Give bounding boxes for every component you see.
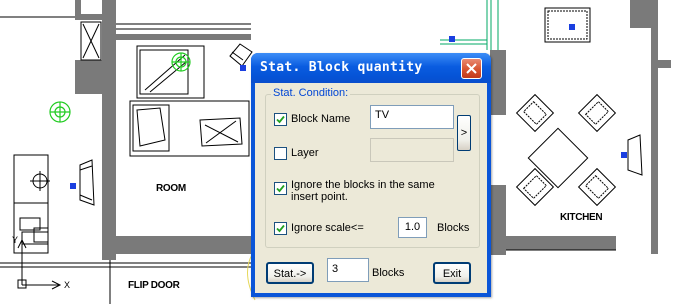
dialog-body: Stat. Condition: Block Name TV > Layer I… xyxy=(255,83,487,293)
result-count-field: 3 xyxy=(327,258,369,282)
block-name-input[interactable]: TV xyxy=(370,105,454,129)
exit-button[interactable]: Exit xyxy=(433,262,471,284)
ignore-scale-label: Ignore scale<= xyxy=(291,222,364,234)
ignore-same-point-label-line2: insert point. xyxy=(291,191,348,203)
result-unit-label: Blocks xyxy=(372,267,405,279)
stat-condition-label: Stat. Condition: xyxy=(271,87,351,99)
checkmark-icon xyxy=(276,224,285,233)
checkmark-icon xyxy=(276,115,285,124)
flip-door-label: FLIP DOOR xyxy=(128,280,180,291)
close-button[interactable] xyxy=(461,58,482,79)
ignore-scale-input[interactable]: 1.0 xyxy=(398,217,427,238)
room-label: ROOM xyxy=(156,183,186,194)
axis-x-label: X xyxy=(64,280,70,290)
ignore-scale-unit: Blocks xyxy=(437,222,470,234)
ignore-scale-checkbox[interactable] xyxy=(274,222,287,235)
dialog-titlebar[interactable]: Stat. Block quantity xyxy=(251,53,491,83)
block-name-checkbox[interactable] xyxy=(274,113,287,126)
checkmark-icon xyxy=(276,184,285,193)
axis-y-label: Y xyxy=(12,235,18,245)
layer-checkbox[interactable] xyxy=(274,147,287,160)
dialog-title: Stat. Block quantity xyxy=(260,60,423,75)
kitchen-label: KITCHEN xyxy=(560,212,603,223)
ignore-same-point-label-line1: Ignore the blocks in the same xyxy=(291,179,435,191)
layer-input[interactable] xyxy=(370,138,454,162)
close-x-icon xyxy=(466,63,477,74)
pick-block-button[interactable]: > xyxy=(457,115,471,151)
stat-block-quantity-dialog: Stat. Block quantity Stat. Condition: Bl… xyxy=(251,53,491,297)
block-name-label: Block Name xyxy=(291,113,351,125)
layer-label: Layer xyxy=(291,147,319,159)
ignore-same-point-checkbox[interactable] xyxy=(274,182,287,195)
stat-button[interactable]: Stat.-> xyxy=(266,262,314,284)
